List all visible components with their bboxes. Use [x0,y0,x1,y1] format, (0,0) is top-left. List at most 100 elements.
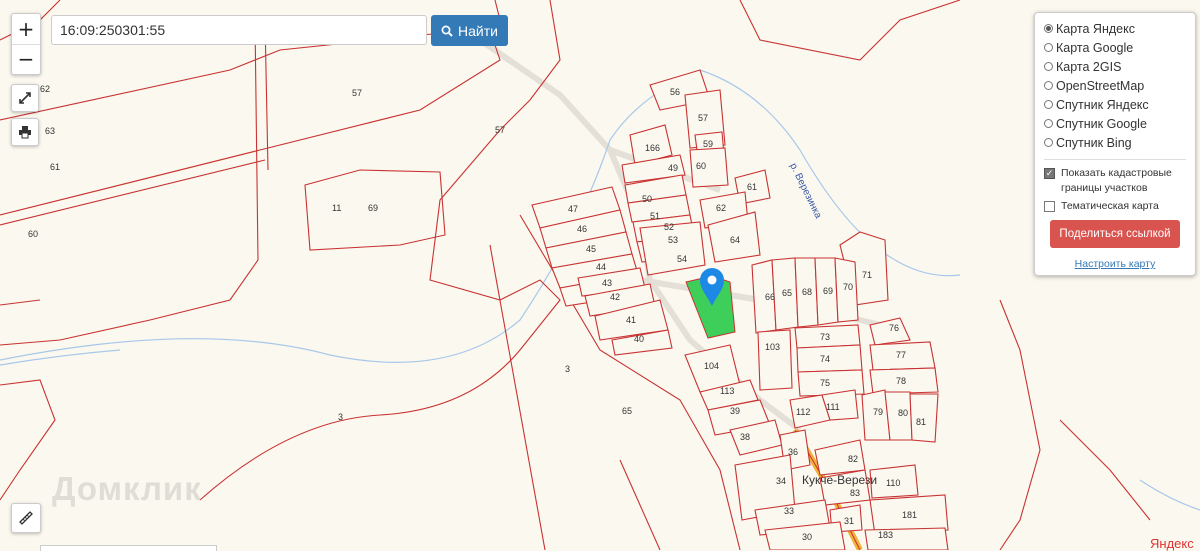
plot-number-label: 62 [716,203,726,213]
plot-number-label: 61 [50,162,60,172]
plot-number-label: 47 [568,204,578,214]
radio-icon [1044,81,1053,90]
plot-number-label: 76 [889,323,899,333]
plot-number-label: 181 [902,510,917,520]
plot-number-label: 3 [338,412,343,422]
plot-number-label: 63 [45,126,55,136]
river-label: р. Верезинка [787,161,823,220]
printer-icon [19,126,31,139]
plot-number-label: 36 [788,447,798,457]
radio-icon [1044,43,1053,52]
plot-number-label: 62 [40,84,50,94]
plot-number-label: 111 [826,402,840,412]
plot-number-label: 183 [878,530,893,540]
plot-number-label: 65 [622,406,632,416]
cadastral-toggle[interactable]: ✓ Показать кадастровые границы участков [1044,166,1186,196]
divider [1044,159,1186,160]
radio-icon [1044,100,1053,109]
ruler-button[interactable] [11,503,41,533]
radio-icon [1044,24,1053,33]
plot-number-label: 77 [896,350,906,360]
plot-number-label: 57 [698,113,708,123]
fullscreen-button[interactable] [11,84,39,112]
zoom-in-button[interactable]: + [12,14,40,45]
configure-map-link[interactable]: Настроить карту [1044,258,1186,270]
plot-number-label: 103 [765,342,780,352]
radio-icon [1044,62,1053,71]
plot-number-label: 40 [634,334,644,344]
plot-number-label: 59 [703,139,713,149]
plot-number-label: 11 [332,203,341,213]
radio-icon [1044,119,1053,128]
plot-number-label: 60 [28,229,38,239]
plot-number-label: 30 [802,532,812,542]
plot-number-label: 61 [747,182,757,192]
plot-number-label: 57 [352,88,362,98]
plot-number-label: 38 [740,432,750,442]
map-type-option[interactable]: OpenStreetMap [1044,76,1186,95]
plot-number-label: 46 [577,224,587,234]
village-label: Кукче-Верези [802,473,877,487]
checkbox-icon: ✓ [1044,168,1055,179]
plot-number-label: 71 [862,270,872,280]
cadastral-map[interactable]: 62 57 57 63 61 60 11 69 3 3 65 56 57 59 166 49 60 50 51 61 6… [0,0,1200,550]
plot-number-label: 74 [820,354,830,364]
plot-number-label: 65 [782,288,792,298]
plot-number-label: 50 [642,194,652,204]
scale-bar [40,545,217,551]
thematic-toggle[interactable]: Тематическая карта [1044,199,1186,214]
plot-number-label: 43 [602,278,612,288]
plot-number-label: 112 [796,407,810,417]
plot-number-label: 60 [696,161,706,171]
plot-number-label: 31 [844,516,854,526]
plot-number-label: 66 [765,292,775,302]
ruler-icon [19,511,33,525]
plot-number-label: 78 [896,376,906,386]
domclick-watermark: Домклик [52,470,202,507]
map-canvas: 62 575763616011 69336556575916649 605051616… [0,0,1200,550]
plot-number-label: 69 [823,286,833,296]
plot-number-label: 57 [495,125,505,135]
plot-number-label: 45 [586,244,596,254]
map-type-option[interactable]: Спутник Яндекс [1044,95,1186,114]
map-type-option[interactable]: Карта 2GIS [1044,57,1186,76]
zoom-control: + − [11,13,41,75]
map-type-option[interactable]: Карта Яндекс [1044,19,1186,38]
plot-number-label: 49 [668,163,678,173]
map-type-option[interactable]: Спутник Google [1044,114,1186,133]
share-link-button[interactable]: Поделиться ссылкой [1050,220,1180,248]
plot-number-label: 82 [848,454,858,464]
plot-number-label: 68 [802,287,812,297]
search-input[interactable] [51,15,427,45]
plot-number-label: 166 [645,143,660,153]
map-type-option[interactable]: Карта Google [1044,38,1186,57]
plot-number-label: 39 [730,406,740,416]
plot-number-label: 56 [670,87,680,97]
plot-number-label: 69 [368,203,378,213]
map-type-option[interactable]: Спутник Bing [1044,133,1186,152]
search-button[interactable]: Найти [431,15,508,46]
yandex-copyright: Яндекс [1150,536,1194,551]
plot-number-label: 51 [650,211,660,221]
plot-number-label: 70 [843,282,853,292]
radio-icon [1044,138,1053,147]
plot-number-label: 54 [677,254,687,264]
plot-number-label: 75 [820,378,830,388]
search-button-label: Найти [458,22,498,39]
plot-number-label: 41 [626,315,636,325]
plot-number-label: 44 [596,262,606,272]
plot-number-label: 80 [898,408,908,418]
layers-panel: Карта Яндекс Карта Google Карта 2GIS Ope… [1034,12,1196,276]
plot-number-label: 33 [784,506,794,516]
plot-number-label: 64 [730,235,740,245]
plot-number-label: 79 [873,407,883,417]
zoom-out-button[interactable]: − [12,45,40,75]
plot-number-label: 3 [565,364,570,374]
plot-number-label: 42 [610,292,620,302]
print-button[interactable] [11,118,39,146]
plot-number-label: 110 [886,478,900,488]
search-icon [441,25,453,37]
plot-number-label: 83 [850,488,860,498]
plot-number-label: 113 [720,386,734,396]
plot-number-label: 53 [668,235,678,245]
